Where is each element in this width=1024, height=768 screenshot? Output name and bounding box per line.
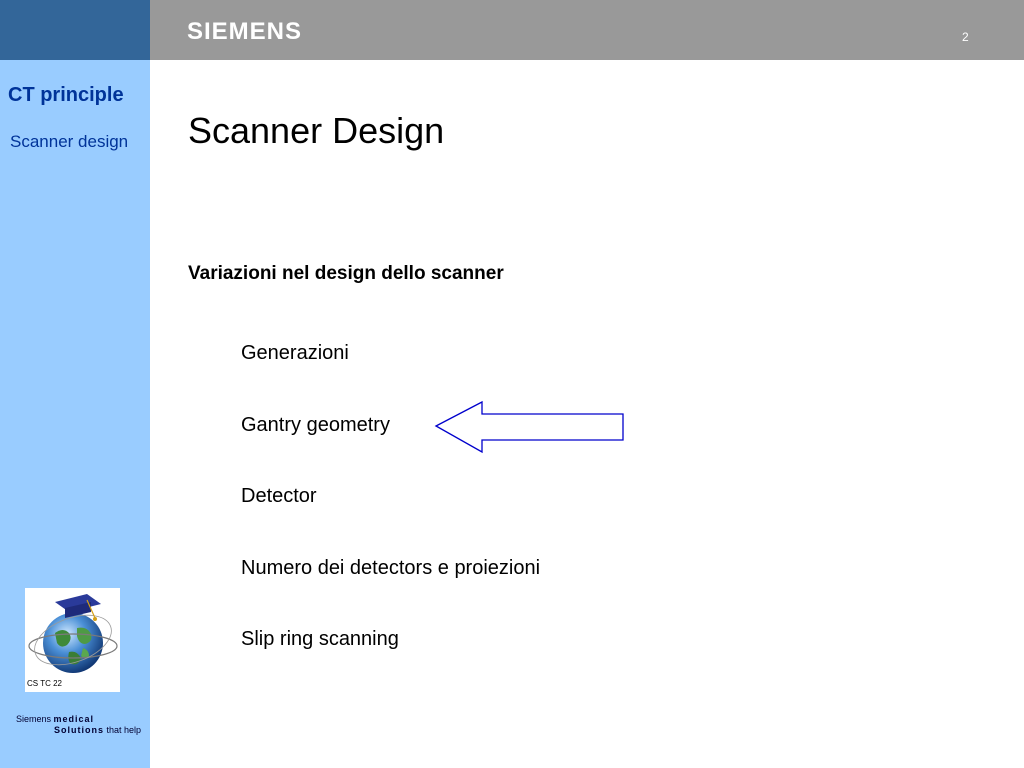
footer-company: Siemens — [16, 714, 52, 724]
footer-word-medical: medical — [53, 714, 95, 724]
sidebar-header-block — [0, 0, 150, 60]
left-arrow-icon — [434, 400, 624, 454]
section-title: CT principle — [8, 84, 124, 106]
footer-word-solutions: Solutions — [54, 725, 104, 735]
slide-title: Scanner Design — [188, 110, 445, 151]
bullet-item: Numero dei detectors e proiezioni — [241, 556, 541, 579]
logo-caption: CS TC 22 — [27, 679, 62, 688]
bullet-item: Slip ring scanning — [241, 628, 399, 650]
globe-icon — [28, 594, 118, 673]
siemens-logo: SIEMENS — [187, 18, 303, 45]
bullet-item: Detector — [241, 485, 317, 507]
section-subtitle: Scanner design — [10, 132, 129, 151]
bullet-list: Generazioni Gantry geometry Detector Num… — [241, 342, 540, 700]
footer-tagline-end: that help — [106, 725, 142, 735]
slide-subheading: Variazioni nel design dello scanner — [188, 263, 504, 284]
footer-tagline: Siemens medical Solutions that help — [16, 714, 141, 736]
page-number: 2 — [962, 30, 969, 44]
globe-graduation-cap-logo: CS TC 22 — [25, 588, 120, 692]
